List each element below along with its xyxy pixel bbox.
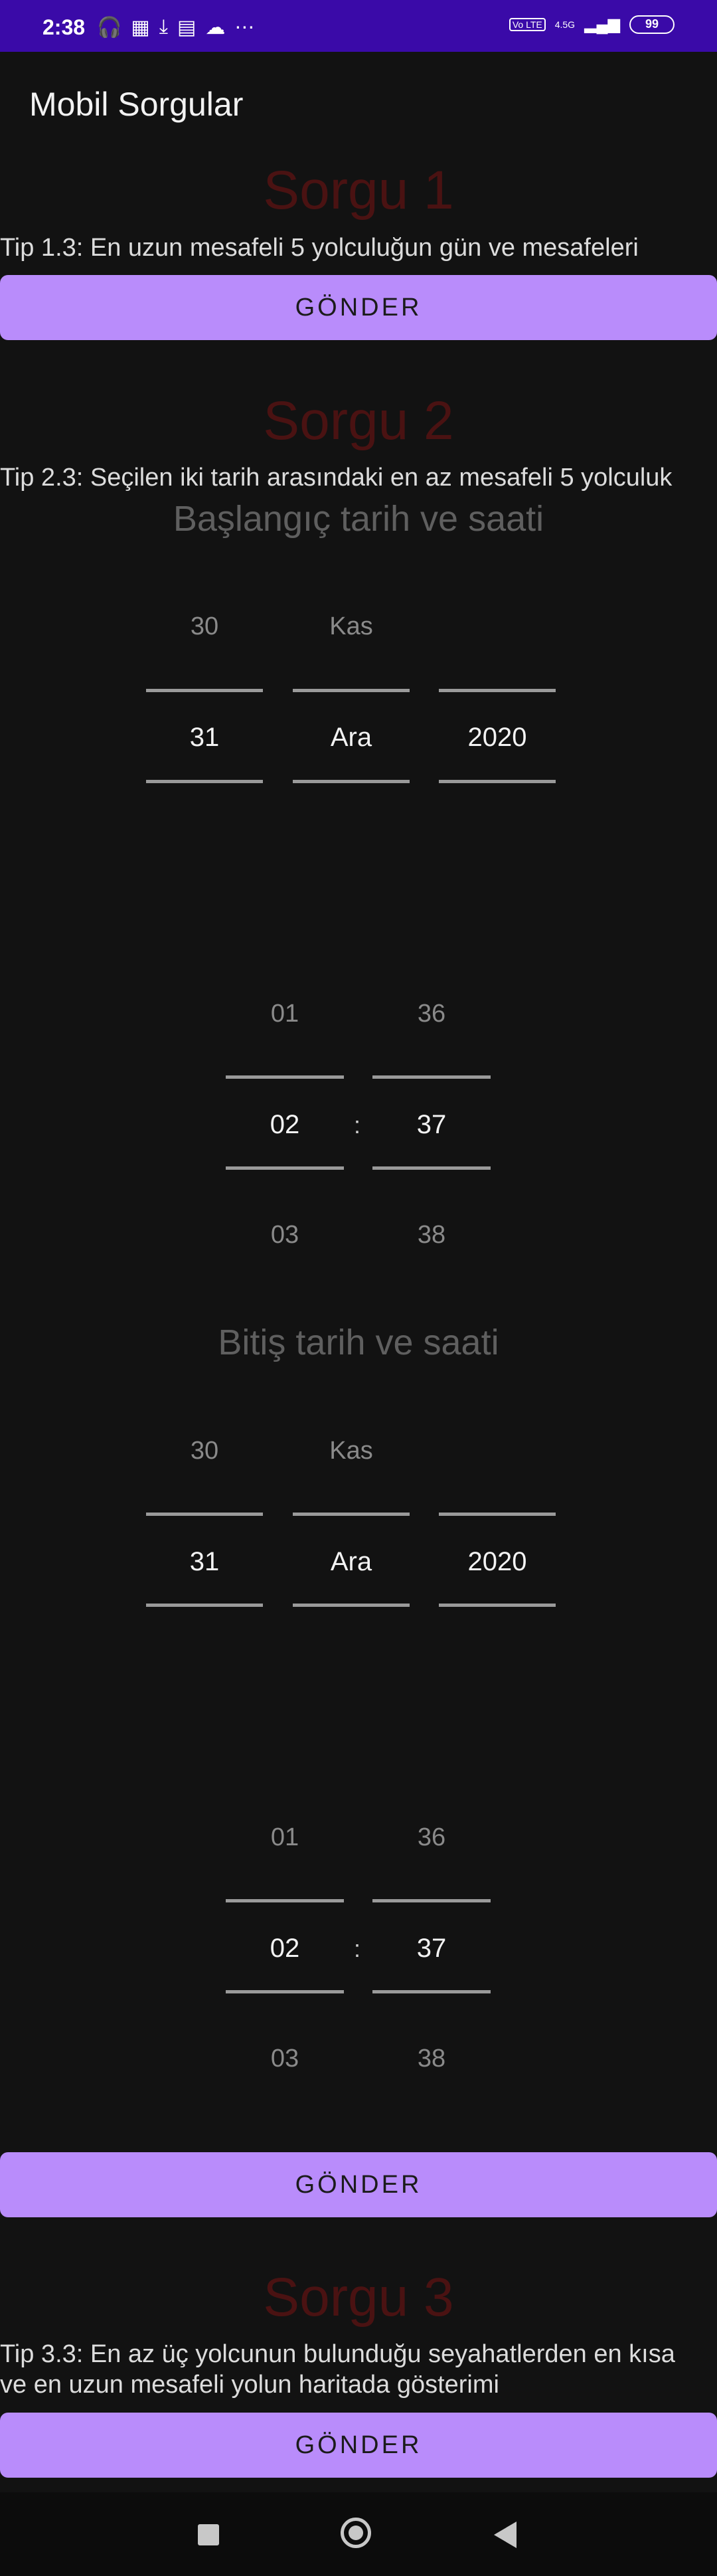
start-datetime-label: Başlangıç tarih ve saati: [173, 499, 544, 539]
notification-icons: 🎧 ▦ ⤓ ▤ ☁ ⋯: [97, 16, 254, 39]
news-icon: ▤: [177, 17, 197, 39]
end-day-prev[interactable]: 30: [146, 1437, 263, 1465]
divider: [293, 780, 410, 783]
sorgu2-send-button[interactable]: GÖNDER: [0, 2152, 717, 2217]
divider: [439, 1604, 556, 1607]
start-year-selected[interactable]: 2020: [439, 723, 556, 753]
divider: [226, 1166, 344, 1170]
divider: [293, 1604, 410, 1607]
more-icon: ⋯: [234, 17, 255, 39]
end-hour-selected[interactable]: 02: [226, 1934, 344, 1964]
end-month-prev[interactable]: Kas: [293, 1437, 410, 1465]
time-separator: :: [354, 1935, 361, 1962]
sorgu3-heading: Sorgu 3: [263, 2267, 454, 2328]
divider: [146, 780, 263, 783]
end-year-selected[interactable]: 2020: [439, 1547, 556, 1577]
signal-icon: ▂▄▆: [584, 15, 620, 33]
divider: [439, 689, 556, 692]
start-day-selected[interactable]: 31: [146, 723, 263, 753]
start-day-prev[interactable]: 30: [146, 612, 263, 641]
divider: [226, 1899, 344, 1902]
divider: [372, 1899, 491, 1902]
sorgu3-description-line1: Tip 3.3: En az üç yolcunun bulunduğu sey…: [0, 2340, 675, 2368]
start-minute-prev[interactable]: 36: [372, 1000, 491, 1028]
end-month-selected[interactable]: Ara: [293, 1547, 410, 1577]
sorgu2-description: Tip 2.3: Seçilen iki tarih arasındaki en…: [0, 464, 673, 492]
download-icon: ⤓: [159, 16, 168, 38]
end-minute-selected[interactable]: 37: [372, 1934, 491, 1964]
apps-icon: ▦: [131, 17, 150, 39]
end-hour-next[interactable]: 03: [226, 2045, 344, 2073]
divider: [146, 1513, 263, 1516]
navigation-bar: [0, 2492, 717, 2576]
start-hour-next[interactable]: 03: [226, 1221, 344, 1249]
time-separator: :: [354, 1111, 361, 1139]
end-day-selected[interactable]: 31: [146, 1547, 263, 1577]
recents-square-icon[interactable]: [198, 2524, 219, 2545]
divider: [146, 1604, 263, 1607]
divider: [372, 1166, 491, 1170]
divider: [293, 689, 410, 692]
divider: [293, 1513, 410, 1516]
start-minute-next[interactable]: 38: [372, 1221, 491, 1249]
system-indicators: Vo LTE 4.5G ▂▄▆ 99: [509, 15, 675, 34]
divider: [439, 780, 556, 783]
start-month-selected[interactable]: Ara: [293, 723, 410, 753]
sorgu1-send-button[interactable]: GÖNDER: [0, 275, 717, 340]
divider: [146, 689, 263, 692]
status-time: 2:38: [42, 15, 86, 39]
battery-icon: 99: [629, 15, 675, 34]
start-month-prev[interactable]: Kas: [293, 612, 410, 641]
divider: [226, 1075, 344, 1079]
sorgu3-description-line2: ve en uzun mesafeli yolun haritada göste…: [0, 2371, 499, 2399]
volte-badge: Vo LTE: [509, 17, 546, 31]
start-hour-selected[interactable]: 02: [226, 1110, 344, 1140]
end-minute-next[interactable]: 38: [372, 2045, 491, 2073]
start-hour-prev[interactable]: 01: [226, 1000, 344, 1028]
divider: [226, 1990, 344, 1993]
end-datetime-label: Bitiş tarih ve saati: [218, 1323, 499, 1362]
status-bar: 2:38 🎧 ▦ ⤓ ▤ ☁ ⋯ Vo LTE 4.5G ▂▄▆ 99: [0, 0, 717, 52]
headphones-icon: 🎧: [97, 17, 122, 39]
home-circle-icon[interactable]: [341, 2518, 371, 2548]
sorgu3-send-button[interactable]: GÖNDER: [0, 2413, 717, 2478]
divider: [439, 1513, 556, 1516]
sorgu1-heading: Sorgu 1: [263, 160, 454, 221]
sorgu1-description: Tip 1.3: En uzun mesafeli 5 yolculuğun g…: [0, 234, 639, 262]
sorgu2-heading: Sorgu 2: [263, 391, 454, 451]
network-type: 4.5G: [554, 19, 576, 30]
end-minute-prev[interactable]: 36: [372, 1823, 491, 1852]
end-hour-prev[interactable]: 01: [226, 1823, 344, 1852]
cloud-icon: ☁: [205, 17, 226, 39]
start-minute-selected[interactable]: 37: [372, 1110, 491, 1140]
back-triangle-icon[interactable]: [494, 2522, 517, 2548]
divider: [372, 1990, 491, 1993]
app-title: Mobil Sorgular: [29, 86, 244, 123]
divider: [372, 1075, 491, 1079]
